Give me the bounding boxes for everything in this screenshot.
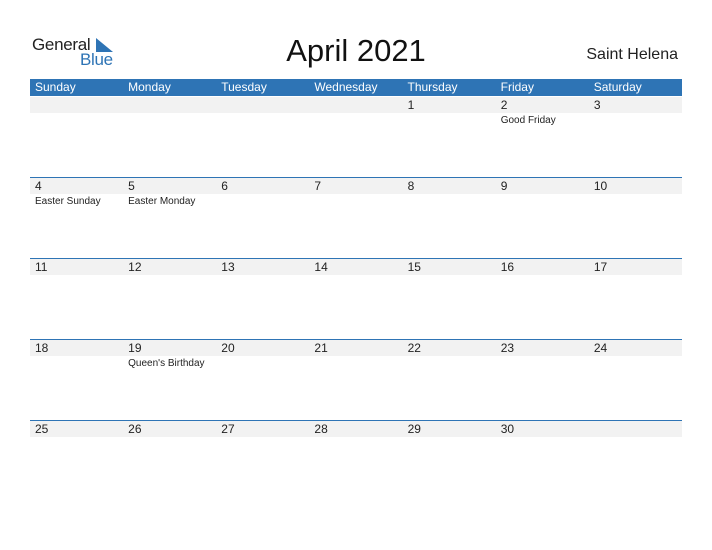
day-number: 9 bbox=[500, 179, 508, 193]
day-cell: 22 bbox=[403, 340, 496, 421]
day-cell: 21 bbox=[309, 340, 402, 421]
day-number: 11 bbox=[35, 260, 48, 274]
week-row: 18 19 Queen's Birthday 20 21 22 23 24 bbox=[30, 339, 682, 421]
day-cell: 5 Easter Monday bbox=[123, 178, 216, 259]
weekday-header: Sunday Monday Tuesday Wednesday Thursday… bbox=[30, 79, 682, 96]
day-cell: 6 bbox=[216, 178, 309, 259]
day-number: 6 bbox=[221, 179, 228, 193]
holiday-label: Easter Monday bbox=[128, 196, 196, 207]
day-cell: 20 bbox=[216, 340, 309, 421]
week-row: 11 12 13 14 15 16 17 bbox=[30, 258, 682, 340]
holiday-label: Queen's Birthday bbox=[128, 358, 205, 369]
day-number: 15 bbox=[407, 260, 421, 274]
day-number: 26 bbox=[128, 422, 142, 436]
day-cell: 7 bbox=[309, 178, 402, 259]
holiday-label: Easter Sunday bbox=[35, 196, 101, 207]
weekday-tuesday: Tuesday bbox=[221, 80, 267, 94]
day-cell: 8 bbox=[403, 178, 496, 259]
day-number: 16 bbox=[500, 260, 515, 274]
week-row: 1 2 Good Friday 3 bbox=[30, 97, 682, 178]
day-number: 23 bbox=[500, 341, 515, 355]
day-cell: 27 bbox=[216, 421, 309, 502]
day-cell bbox=[123, 97, 216, 178]
day-cell bbox=[589, 421, 682, 502]
day-cell: 24 bbox=[589, 340, 682, 421]
day-number: 24 bbox=[593, 341, 608, 355]
day-cell: 26 bbox=[123, 421, 216, 502]
day-cell: 1 bbox=[403, 97, 496, 178]
day-number: 30 bbox=[500, 422, 515, 436]
day-number: 10 bbox=[593, 179, 608, 193]
day-number: 13 bbox=[221, 260, 235, 274]
weekday-monday: Monday bbox=[128, 80, 171, 94]
day-number: 21 bbox=[314, 341, 328, 355]
weekday-friday: Friday bbox=[500, 80, 534, 94]
day-number: 8 bbox=[407, 179, 415, 193]
country-name: Saint Helena bbox=[586, 46, 678, 63]
day-number: 7 bbox=[314, 179, 322, 193]
day-cell: 28 bbox=[309, 421, 402, 502]
day-cell bbox=[216, 97, 309, 178]
day-cell: 23 bbox=[496, 340, 589, 421]
day-number: 2 bbox=[500, 98, 508, 112]
day-cell: 10 bbox=[589, 178, 682, 259]
day-number: 3 bbox=[593, 98, 601, 112]
day-number: 28 bbox=[314, 422, 328, 436]
day-cell: 9 bbox=[496, 178, 589, 259]
day-number: 19 bbox=[128, 341, 142, 355]
weekday-thursday: Thursday bbox=[407, 80, 458, 94]
day-number: 27 bbox=[221, 422, 235, 436]
day-cell: 15 bbox=[403, 259, 496, 340]
day-number: 12 bbox=[128, 260, 142, 274]
day-number: 22 bbox=[407, 341, 421, 355]
day-cell: 11 bbox=[30, 259, 123, 340]
day-cell: 16 bbox=[496, 259, 589, 340]
day-cell: 3 bbox=[589, 97, 682, 178]
day-number: 18 bbox=[35, 341, 49, 355]
day-cell: 14 bbox=[309, 259, 402, 340]
day-number: 20 bbox=[221, 341, 235, 355]
weekday-wednesday: Wednesday bbox=[314, 80, 378, 94]
day-number: 4 bbox=[35, 179, 42, 193]
day-number: 29 bbox=[407, 422, 421, 436]
day-cell: 19 Queen's Birthday bbox=[123, 340, 216, 421]
day-cell: 17 bbox=[589, 259, 682, 340]
day-number: 14 bbox=[314, 260, 328, 274]
day-number: 1 bbox=[407, 98, 415, 112]
day-cell: 18 bbox=[30, 340, 123, 421]
day-cell: 12 bbox=[123, 259, 216, 340]
week-row: 4 Easter Sunday 5 Easter Monday 6 7 8 9 10 bbox=[30, 177, 682, 259]
day-number: 25 bbox=[35, 422, 49, 436]
day-cell: 30 bbox=[496, 421, 589, 502]
day-cell: 29 bbox=[403, 421, 496, 502]
holiday-label: Good Friday bbox=[500, 115, 556, 126]
day-cell: 2 Good Friday bbox=[496, 97, 589, 178]
day-cell: 4 Easter Sunday bbox=[30, 178, 123, 259]
weekday-sunday: Sunday bbox=[35, 80, 76, 94]
weekday-saturday: Saturday bbox=[593, 80, 642, 94]
day-cell: 13 bbox=[216, 259, 309, 340]
day-cell bbox=[309, 97, 402, 178]
day-cell: 25 bbox=[30, 421, 123, 502]
week-row: 25 26 27 28 29 30 bbox=[30, 420, 682, 502]
day-cell bbox=[30, 97, 123, 178]
day-number: 17 bbox=[593, 260, 608, 274]
day-number: 5 bbox=[128, 179, 135, 193]
